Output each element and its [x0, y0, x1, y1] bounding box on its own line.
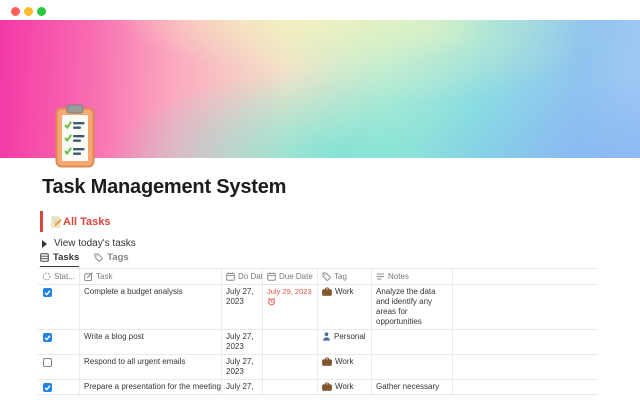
- all-tasks-callout: All Tasks: [40, 211, 117, 232]
- tag-label: Work: [335, 357, 354, 366]
- task-checkbox[interactable]: [43, 383, 52, 392]
- empty-cell: [453, 355, 598, 379]
- tag-icon: [322, 272, 331, 281]
- task-title-cell[interactable]: Prepare a presentation for the meeting: [80, 380, 222, 394]
- calendar-icon: [226, 272, 235, 281]
- empty-cell: [453, 330, 598, 354]
- toggle-view-todays-tasks[interactable]: View today's tasks: [42, 238, 136, 249]
- task-title-cell[interactable]: Complete a budget analysis: [80, 285, 222, 329]
- table-view-icon: [40, 252, 49, 262]
- memo-icon: [51, 216, 62, 228]
- view-tabs: Tasks Tags: [40, 251, 129, 267]
- tag-label: Work: [335, 382, 354, 391]
- column-header-extra: [453, 269, 598, 284]
- briefcase-icon: [322, 357, 332, 366]
- notes-icon: [376, 272, 385, 281]
- notes-cell[interactable]: Gather necessary: [372, 380, 453, 394]
- pencil-icon: [84, 272, 93, 281]
- do-date-cell[interactable]: July 27, 2023: [222, 355, 263, 379]
- status-cell: [38, 330, 80, 354]
- calc-footer[interactable]: LETE12/19: [38, 395, 79, 400]
- tag-label: Personal: [334, 332, 366, 341]
- tag-cell[interactable]: Work: [318, 355, 372, 379]
- column-header-label: Tag: [334, 271, 347, 281]
- notes-cell[interactable]: [372, 355, 453, 379]
- due-date-text: July 29, 2023: [267, 287, 312, 296]
- status-cell: [38, 355, 80, 379]
- table-header-row: Stat... Task Do Date: [38, 268, 598, 284]
- notes-cell[interactable]: [372, 330, 453, 354]
- tab-tasks[interactable]: Tasks: [40, 251, 80, 267]
- table-row: Prepare a presentation for the meeting Ju…: [38, 379, 598, 395]
- traffic-light-minimize-button[interactable]: [24, 7, 33, 16]
- clipboard-checklist-icon[interactable]: [55, 104, 95, 168]
- column-header-label: Stat...: [54, 271, 75, 281]
- alarm-clock-icon: [267, 297, 276, 306]
- status-icon: [42, 272, 51, 281]
- tab-tasks-label: Tasks: [53, 251, 80, 263]
- column-header-status[interactable]: Stat...: [38, 269, 80, 284]
- due-date-cell[interactable]: [263, 380, 318, 394]
- toggle-arrow-icon[interactable]: [42, 239, 47, 248]
- tag-cell[interactable]: Work: [318, 380, 372, 394]
- tag-icon: [94, 253, 103, 262]
- status-cell: [38, 285, 80, 329]
- do-date-cell[interactable]: July 27, 2023: [222, 330, 263, 354]
- task-checkbox[interactable]: [43, 288, 52, 297]
- do-date-cell[interactable]: July 27,: [222, 380, 263, 394]
- status-cell: [38, 380, 80, 394]
- due-date-cell[interactable]: [263, 330, 318, 354]
- column-header-due-date[interactable]: Due Date: [263, 269, 318, 284]
- tasks-table: Stat... Task Do Date: [38, 268, 598, 400]
- task-checkbox[interactable]: [43, 333, 52, 342]
- column-header-label: Do Date: [238, 271, 263, 281]
- do-date-cell[interactable]: July 27, 2023: [222, 285, 263, 329]
- due-date-cell[interactable]: July 29, 2023: [263, 285, 318, 329]
- column-header-notes[interactable]: Notes: [372, 269, 453, 284]
- briefcase-icon: [322, 287, 332, 296]
- task-title-cell[interactable]: Respond to all urgent emails: [80, 355, 222, 379]
- empty-cell: [453, 285, 598, 329]
- task-checkbox[interactable]: [43, 358, 52, 367]
- table-row: Complete a budget analysis July 27, 2023 J…: [38, 284, 598, 329]
- person-icon: [322, 332, 331, 341]
- traffic-light-zoom-button[interactable]: [37, 7, 46, 16]
- tag-label: Work: [335, 287, 354, 296]
- tab-tags[interactable]: Tags: [94, 251, 129, 267]
- column-header-label: Due Date: [279, 271, 313, 281]
- page-title: Task Management System: [42, 176, 287, 198]
- due-date-cell[interactable]: [263, 355, 318, 379]
- task-title-cell[interactable]: Write a blog post: [80, 330, 222, 354]
- table-row: Write a blog post July 27, 2023 Personal: [38, 329, 598, 354]
- empty-cell: [453, 380, 598, 394]
- column-header-label: Task: [96, 271, 113, 281]
- table-row: Respond to all urgent emails July 27, 202…: [38, 354, 598, 379]
- tag-cell[interactable]: Personal: [318, 330, 372, 354]
- window-titlebar: [0, 0, 640, 20]
- column-header-task[interactable]: Task: [80, 269, 222, 284]
- all-tasks-label: All Tasks: [63, 215, 111, 228]
- column-header-label: Notes: [388, 271, 409, 281]
- tag-cell[interactable]: Work: [318, 285, 372, 329]
- calendar-icon: [267, 272, 276, 281]
- notes-cell[interactable]: Analyze the data and identify any areas …: [372, 285, 453, 329]
- column-header-do-date[interactable]: Do Date: [222, 269, 263, 284]
- toggle-label: View today's tasks: [54, 238, 136, 249]
- briefcase-icon: [322, 382, 332, 391]
- tab-tags-label: Tags: [107, 252, 129, 263]
- column-header-tag[interactable]: Tag: [318, 269, 372, 284]
- traffic-light-close-button[interactable]: [11, 7, 20, 16]
- page-cover-image[interactable]: [0, 20, 640, 158]
